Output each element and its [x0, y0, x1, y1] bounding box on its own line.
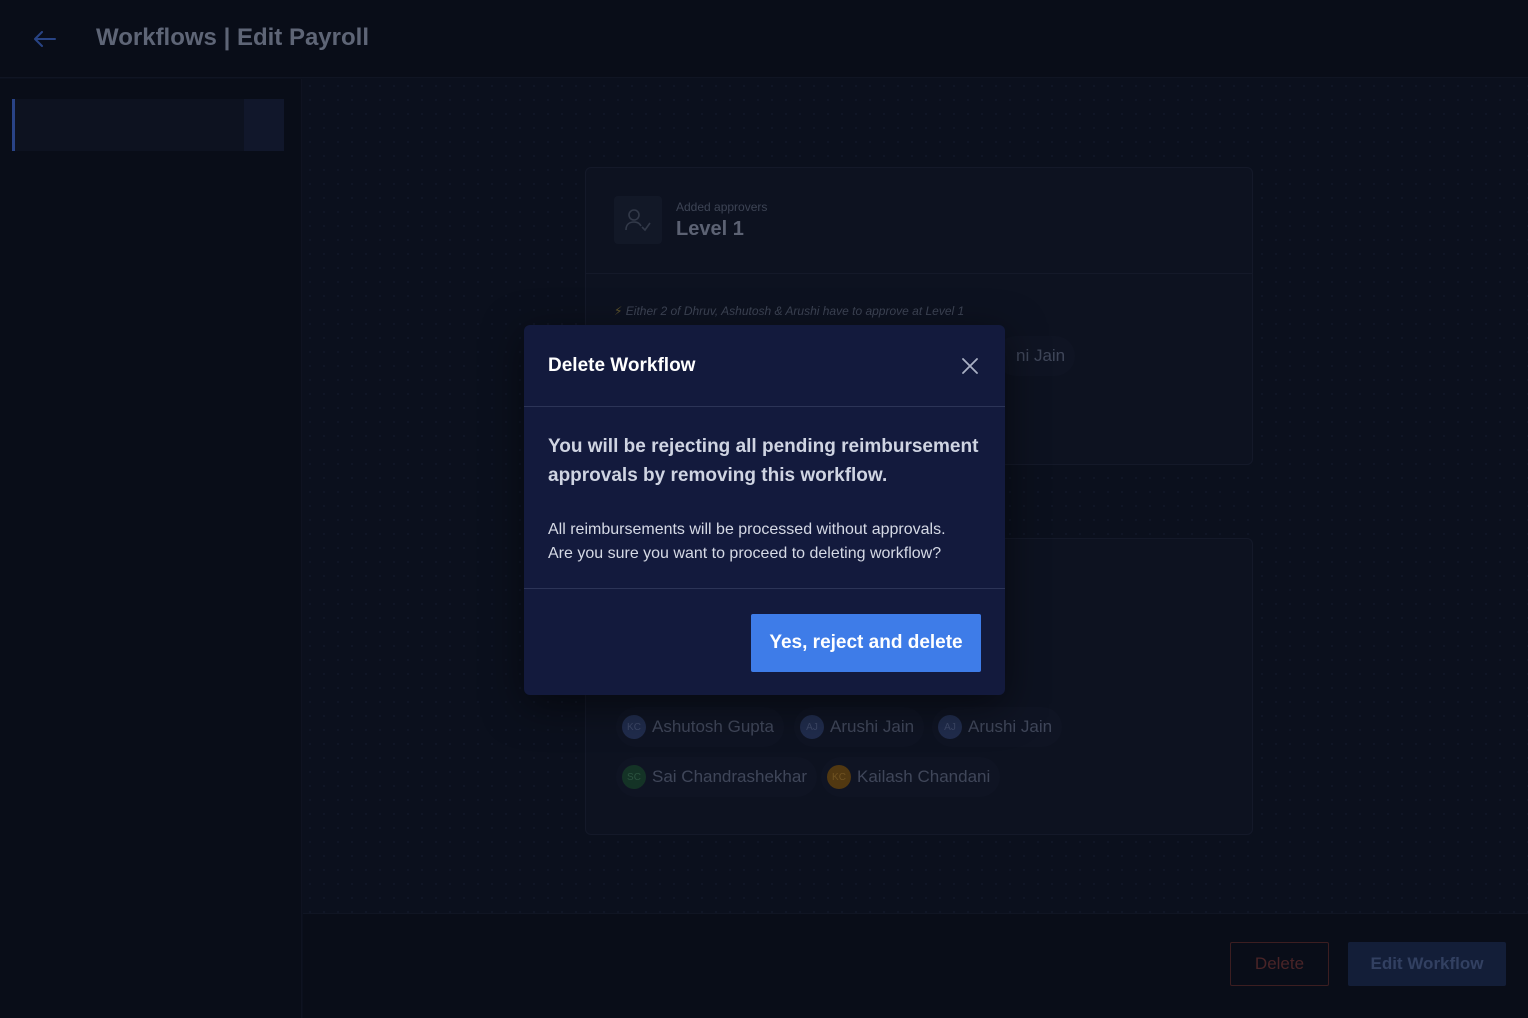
delete-workflow-modal: Delete Workflow You will be rejecting al…	[524, 325, 1005, 695]
close-button[interactable]	[959, 355, 981, 377]
close-icon	[962, 358, 978, 374]
modal-message-line: All reimbursements will be processed wit…	[548, 521, 946, 538]
modal-body: You will be rejecting all pending reimbu…	[524, 408, 1005, 589]
modal-warning-heading: You will be rejecting all pending reimbu…	[548, 436, 979, 486]
reject-and-delete-button[interactable]: Yes, reject and delete	[751, 614, 981, 672]
modal-message: All reimbursements will be processed wit…	[548, 518, 988, 566]
modal-header: Delete Workflow	[524, 325, 1005, 407]
modal-message-line: Are you sure you want to proceed to dele…	[548, 545, 942, 562]
modal-title: Delete Workflow	[548, 355, 696, 376]
